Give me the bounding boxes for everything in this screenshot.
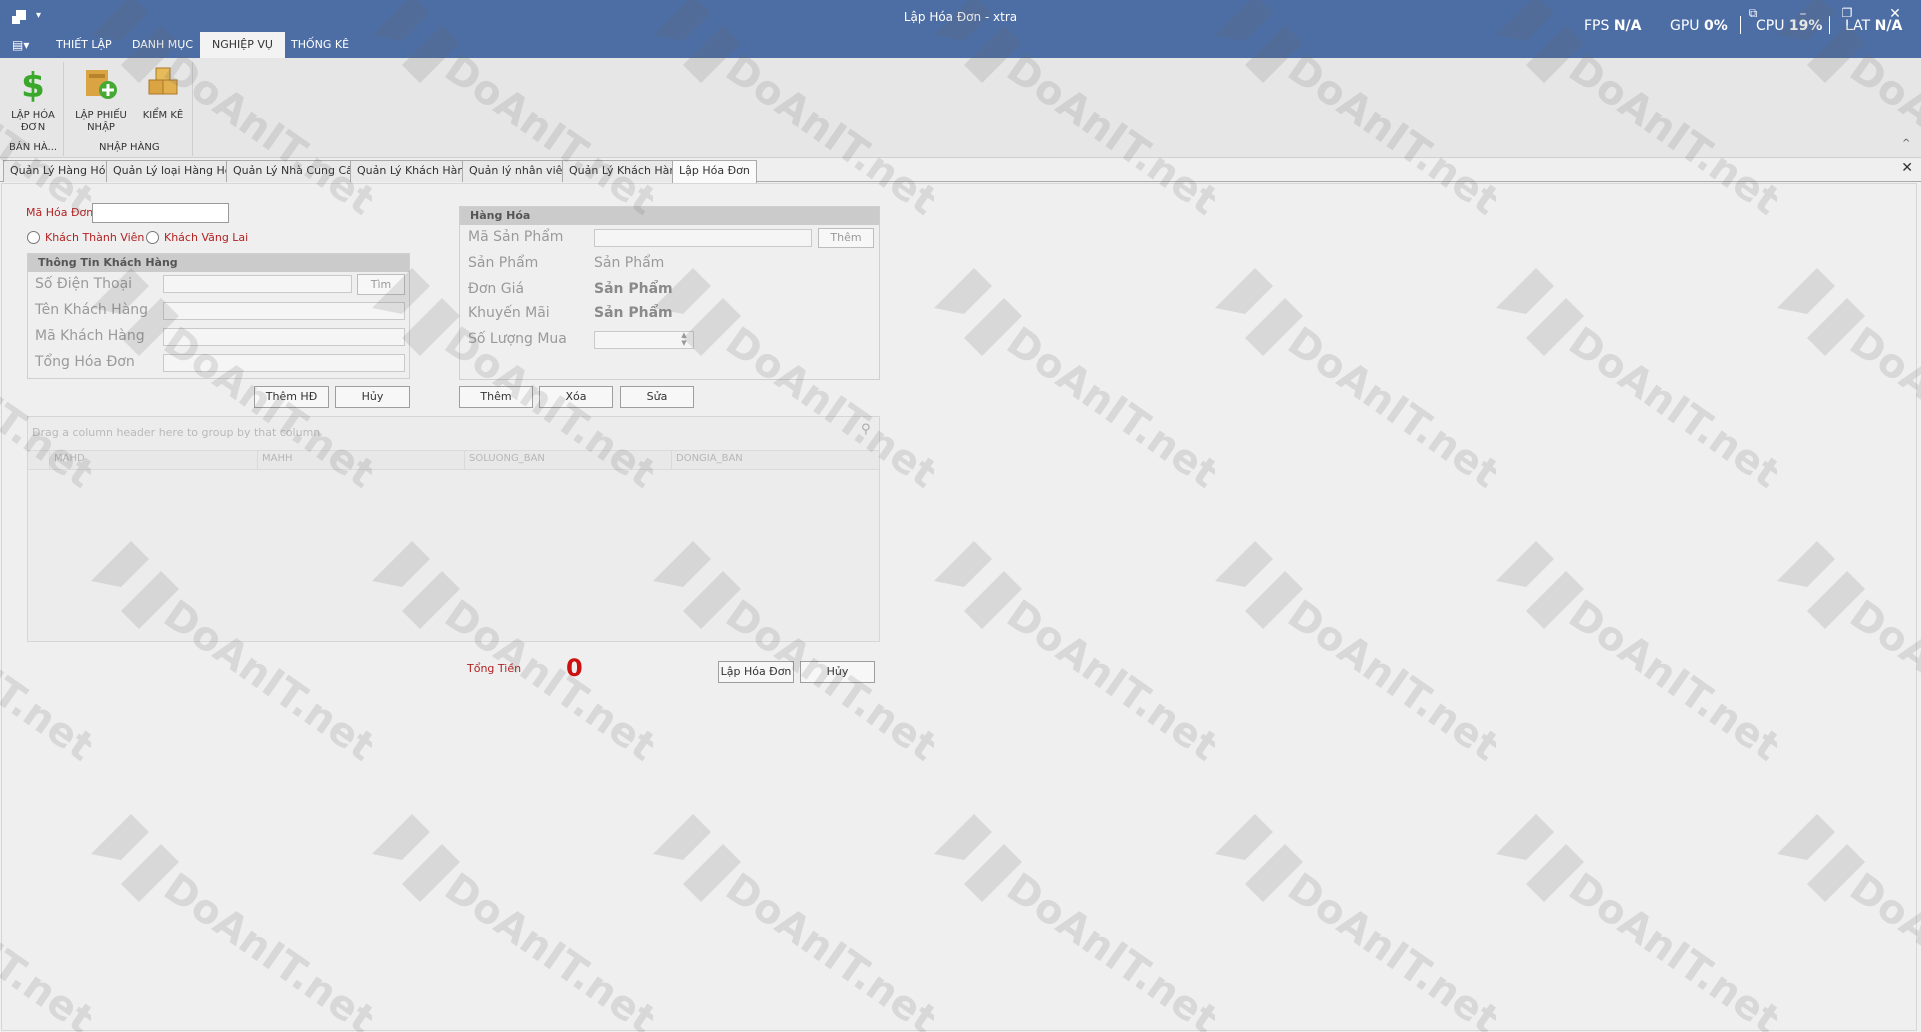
ma-san-pham-input[interactable]	[594, 229, 812, 247]
radio-khach-thanh-vien[interactable]	[27, 231, 40, 244]
minimize-icon[interactable]: –	[1792, 6, 1814, 22]
restore-small-icon[interactable]: ⧉	[1742, 6, 1764, 21]
ribbon-app-menu-icon[interactable]: ▤▾	[12, 38, 29, 52]
ma-hoa-don-label: Mã Hóa Đơn	[26, 206, 94, 219]
group-label-nhap-hang: NHẬP HÀNG	[99, 142, 160, 153]
doc-tab-quan-ly-nhan-vien[interactable]: Quản lý nhân viên	[462, 160, 577, 182]
tong-tien-label: Tổng Tiền	[467, 662, 522, 675]
lap-hoa-don-ribbon-button[interactable]: $ LẬP HÓA ĐƠN	[2, 66, 64, 136]
ribbon-group-separator	[63, 62, 64, 156]
them-button[interactable]: Thêm	[459, 386, 533, 408]
column-separator	[257, 450, 258, 470]
ten-khach-hang-input[interactable]	[163, 302, 405, 320]
column-header-mahd[interactable]: MAHD	[54, 453, 85, 464]
lap-phieu-nhap-label: LẬP PHIẾU NHẬP	[75, 110, 127, 133]
svg-text:$: $	[21, 66, 45, 102]
them-san-pham-button[interactable]: Thêm	[818, 228, 874, 248]
spinner-arrows-icon[interactable]: ▲ ▼	[676, 331, 692, 349]
group-panel-hint: Drag a column header here to group by th…	[32, 426, 321, 439]
doc-tab-quan-ly-loai-hang-hoa[interactable]: Quản Lý loại Hàng Hóa	[106, 160, 246, 182]
lap-hoa-don-label: LẬP HÓA ĐƠN	[11, 110, 55, 133]
gpu-readout: GPU 0%	[1670, 18, 1728, 34]
grid-header-row	[28, 450, 879, 470]
close-document-icon[interactable]: ✕	[1901, 160, 1913, 176]
xoa-button[interactable]: Xóa	[539, 386, 613, 408]
kiem-ke-label: KIỂM KÊ	[142, 110, 184, 121]
box-add-icon	[86, 70, 117, 99]
ten-khach-hang-label: Tên Khách Hàng	[35, 302, 149, 318]
don-gia-value: Sản Phẩm	[594, 281, 673, 297]
radio-khach-vang-lai[interactable]	[146, 231, 159, 244]
column-header-soluong-ban[interactable]: SOLUONG_BAN	[469, 453, 545, 464]
so-dien-thoai-input[interactable]	[163, 275, 352, 293]
tim-button[interactable]: Tìm	[357, 274, 405, 295]
doc-tab-lap-hoa-don[interactable]: Lập Hóa Đơn	[672, 160, 757, 183]
tong-hoa-don-label: Tổng Hóa Đơn	[35, 354, 135, 370]
lap-phieu-nhap-ribbon-button[interactable]: LẬP PHIẾU NHẬP	[70, 66, 132, 136]
ma-khach-hang-label: Mã Khách Hàng	[35, 328, 145, 344]
dollar-icon: $	[21, 66, 45, 106]
huy-button[interactable]: Hủy	[335, 386, 410, 408]
ma-san-pham-label: Mã Sản Phẩm	[468, 229, 564, 245]
them-hd-button[interactable]: Thêm HĐ	[254, 386, 329, 408]
doc-tab-quan-ly-hang-hoa[interactable]: Quản Lý Hàng Hóa	[3, 160, 120, 182]
product-group-title: Hàng Hóa	[460, 207, 879, 225]
san-pham-value: Sản Phẩm	[594, 255, 665, 271]
column-separator	[671, 450, 672, 470]
close-icon[interactable]: ✕	[1884, 6, 1906, 22]
column-separator	[49, 450, 50, 470]
so-dien-thoai-label: Số Điện Thoại	[35, 276, 133, 292]
column-header-dongia-ban[interactable]: DONGIA_BAN	[676, 453, 743, 464]
column-header-mahh[interactable]: MAHH	[262, 453, 293, 464]
radio-khach-vang-lai-label: Khách Vãng Lai	[164, 231, 249, 244]
tong-hoa-don-input[interactable]	[163, 354, 405, 372]
ribbon-tab-nghiep-vu[interactable]: NGHIỆP VỤ	[200, 32, 285, 58]
lap-hoa-don-button[interactable]: Lập Hóa Đơn	[718, 661, 794, 683]
doc-tab-quan-ly-khach-hang[interactable]: Quản Lý Khách Hàng	[350, 160, 479, 182]
ribbon-panel	[0, 58, 1921, 158]
don-gia-label: Đơn Giá	[468, 281, 525, 297]
huy-bottom-button[interactable]: Hủy	[800, 661, 875, 683]
column-separator	[464, 450, 465, 470]
khuyen-mai-value: Sản Phẩm	[594, 305, 673, 321]
khuyen-mai-label: Khuyến Mãi	[468, 305, 550, 321]
radio-khach-thanh-vien-label: Khách Thành Viên	[45, 231, 145, 244]
ribbon-tab-danh-muc[interactable]: DANH MỤC	[120, 32, 205, 58]
fps-readout: FPS N/A	[1584, 18, 1642, 34]
doc-tab-quan-ly-nha-cung-cap[interactable]: Quản Lý Nhà Cung Cấp	[226, 160, 367, 182]
ma-hoa-don-input[interactable]	[92, 203, 229, 223]
customer-group-title: Thông Tin Khách Hàng	[28, 254, 409, 272]
maximize-icon[interactable]: ❐	[1836, 6, 1858, 20]
ma-khach-hang-input[interactable]	[163, 328, 405, 346]
group-label-ban-hang: BÁN HÀ...	[9, 142, 58, 153]
sua-button[interactable]: Sửa	[620, 386, 694, 408]
search-icon[interactable]: ⚲	[861, 422, 871, 437]
ribbon-tab-thong-ke[interactable]: THỐNG KÊ	[279, 32, 361, 58]
san-pham-label: Sản Phẩm	[468, 255, 539, 271]
tong-tien-value: 0	[566, 654, 583, 682]
ribbon-tab-thiet-lap[interactable]: THIẾT LẬP	[44, 32, 124, 58]
ribbon-group-separator	[192, 62, 193, 156]
collapse-ribbon-icon[interactable]: ^	[1902, 138, 1910, 149]
boxes-icon	[148, 67, 178, 95]
so-luong-mua-label: Số Lượng Mua	[468, 331, 567, 347]
kiem-ke-ribbon-button[interactable]: KIỂM KÊ	[132, 66, 194, 136]
